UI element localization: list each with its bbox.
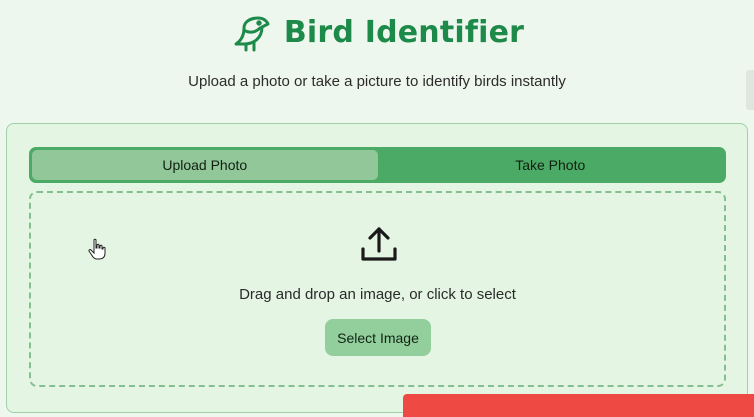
tab-take-photo[interactable]: Take Photo (378, 150, 724, 180)
app-subtitle: Upload a photo or take a picture to iden… (188, 73, 566, 90)
select-image-button[interactable]: Select Image (325, 319, 431, 356)
dropzone-instructions: Drag and drop an image, or click to sele… (239, 286, 516, 303)
app-title: Bird Identifier (283, 14, 525, 50)
hand-cursor-icon (88, 238, 106, 260)
upload-card: Upload Photo Take Photo Drag and drop an… (6, 123, 748, 413)
image-dropzone[interactable]: Drag and drop an image, or click to sele… (29, 191, 726, 387)
mode-tabs: Upload Photo Take Photo (29, 147, 726, 183)
tab-upload-photo[interactable]: Upload Photo (32, 150, 378, 180)
app-header: Bird Identifier (0, 10, 754, 54)
scroll-indicator (746, 70, 754, 110)
bird-icon (230, 10, 274, 54)
bottom-banner (403, 394, 754, 417)
upload-icon (357, 223, 401, 267)
